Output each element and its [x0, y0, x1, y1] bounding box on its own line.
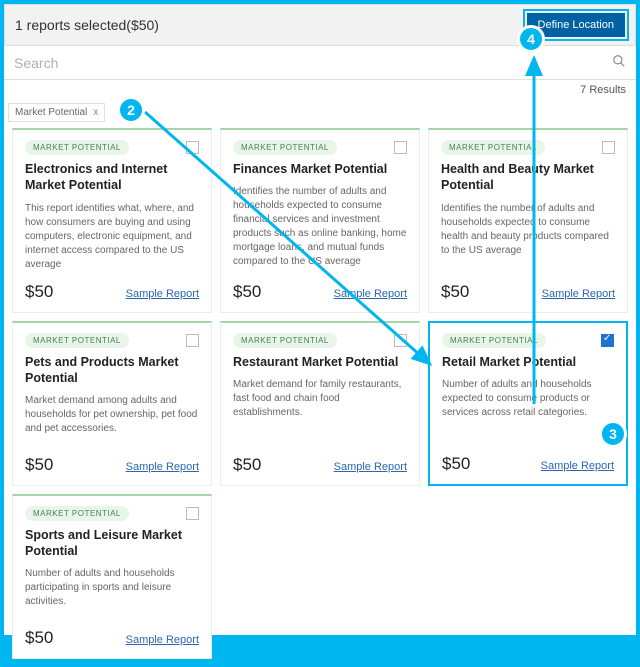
report-card[interactable]: MARKET POTENTIAL Restaurant Market Potent… — [220, 321, 420, 486]
selection-summary: 1 reports selected($50) — [15, 17, 159, 33]
sample-report-link[interactable]: Sample Report — [541, 460, 614, 472]
card-description: Identifies the number of adults and hous… — [233, 185, 407, 271]
category-tag: MARKET POTENTIAL — [25, 140, 129, 155]
category-tag: MARKET POTENTIAL — [25, 506, 129, 521]
select-checkbox[interactable] — [186, 507, 199, 520]
price: $50 — [25, 282, 53, 302]
card-title: Restaurant Market Potential — [233, 354, 407, 370]
card-title: Finances Market Potential — [233, 161, 407, 177]
price: $50 — [442, 454, 470, 474]
card-bottom: $50 Sample Report — [233, 455, 407, 475]
category-tag: MARKET POTENTIAL — [233, 333, 337, 348]
price: $50 — [441, 282, 469, 302]
card-top: MARKET POTENTIAL — [441, 140, 615, 155]
card-title: Pets and Products Market Potential — [25, 354, 199, 387]
report-card[interactable]: MARKET POTENTIAL Pets and Products Market… — [12, 321, 212, 486]
price: $50 — [233, 282, 261, 302]
card-description: Number of adults and households expected… — [442, 378, 614, 444]
filter-chip-row: Market Potential x — [4, 102, 636, 128]
card-bottom: $50 Sample Report — [233, 282, 407, 302]
search-bar — [4, 46, 636, 80]
card-title: Retail Market Potential — [442, 354, 614, 370]
card-bottom: $50 Sample Report — [441, 282, 615, 302]
category-tag: MARKET POTENTIAL — [442, 333, 546, 348]
category-tag: MARKET POTENTIAL — [441, 140, 545, 155]
card-top: MARKET POTENTIAL — [442, 333, 614, 348]
card-top: MARKET POTENTIAL — [233, 140, 407, 155]
sample-report-link[interactable]: Sample Report — [542, 288, 615, 300]
price: $50 — [233, 455, 261, 475]
card-top: MARKET POTENTIAL — [25, 506, 199, 521]
filter-chip[interactable]: Market Potential x — [8, 103, 105, 122]
category-tag: MARKET POTENTIAL — [233, 140, 337, 155]
card-title: Electronics and Internet Market Potentia… — [25, 161, 199, 194]
report-card[interactable]: MARKET POTENTIAL Sports and Leisure Marke… — [12, 494, 212, 659]
card-top: MARKET POTENTIAL — [233, 333, 407, 348]
card-bottom: $50 Sample Report — [25, 282, 199, 302]
sample-report-link[interactable]: Sample Report — [126, 288, 199, 300]
price: $50 — [25, 455, 53, 475]
search-input[interactable] — [14, 55, 612, 71]
price: $50 — [25, 628, 53, 648]
report-card[interactable]: MARKET POTENTIAL Health and Beauty Market… — [428, 128, 628, 313]
report-card[interactable]: MARKET POTENTIAL Retail Market Potential N… — [428, 321, 628, 486]
category-tag: MARKET POTENTIAL — [25, 333, 129, 348]
card-description: This report identifies what, where, and … — [25, 202, 199, 272]
card-title: Sports and Leisure Market Potential — [25, 527, 199, 560]
select-checkbox[interactable] — [186, 334, 199, 347]
card-title: Health and Beauty Market Potential — [441, 161, 615, 194]
card-description: Number of adults and households particip… — [25, 567, 199, 618]
sample-report-link[interactable]: Sample Report — [334, 461, 407, 473]
card-bottom: $50 Sample Report — [25, 628, 199, 648]
card-description: Market demand among adults and household… — [25, 394, 199, 445]
card-description: Identifies the number of adults and hous… — [441, 202, 615, 272]
card-top: MARKET POTENTIAL — [25, 140, 199, 155]
report-card[interactable]: MARKET POTENTIAL Electronics and Internet… — [12, 128, 212, 313]
callout-badge-4: 4 — [517, 25, 545, 53]
report-grid: MARKET POTENTIAL Electronics and Internet… — [4, 128, 636, 667]
search-icon[interactable] — [612, 54, 626, 71]
report-card[interactable]: MARKET POTENTIAL Finances Market Potentia… — [220, 128, 420, 313]
card-top: MARKET POTENTIAL — [25, 333, 199, 348]
close-icon[interactable]: x — [93, 107, 98, 118]
sample-report-link[interactable]: Sample Report — [334, 288, 407, 300]
card-description: Market demand for family restaurants, fa… — [233, 378, 407, 445]
select-checkbox[interactable] — [394, 141, 407, 154]
callout-badge-2: 2 — [117, 96, 145, 124]
filter-chip-label: Market Potential — [15, 107, 87, 118]
sample-report-link[interactable]: Sample Report — [126, 634, 199, 646]
select-checkbox[interactable] — [601, 334, 614, 347]
select-checkbox[interactable] — [602, 141, 615, 154]
card-bottom: $50 Sample Report — [442, 454, 614, 474]
main-panel: 1 reports selected($50) Define Location … — [4, 4, 636, 635]
card-bottom: $50 Sample Report — [25, 455, 199, 475]
results-count: 7 Results — [4, 80, 636, 102]
callout-badge-3: 3 — [599, 420, 627, 448]
sample-report-link[interactable]: Sample Report — [126, 461, 199, 473]
select-checkbox[interactable] — [186, 141, 199, 154]
select-checkbox[interactable] — [394, 334, 407, 347]
